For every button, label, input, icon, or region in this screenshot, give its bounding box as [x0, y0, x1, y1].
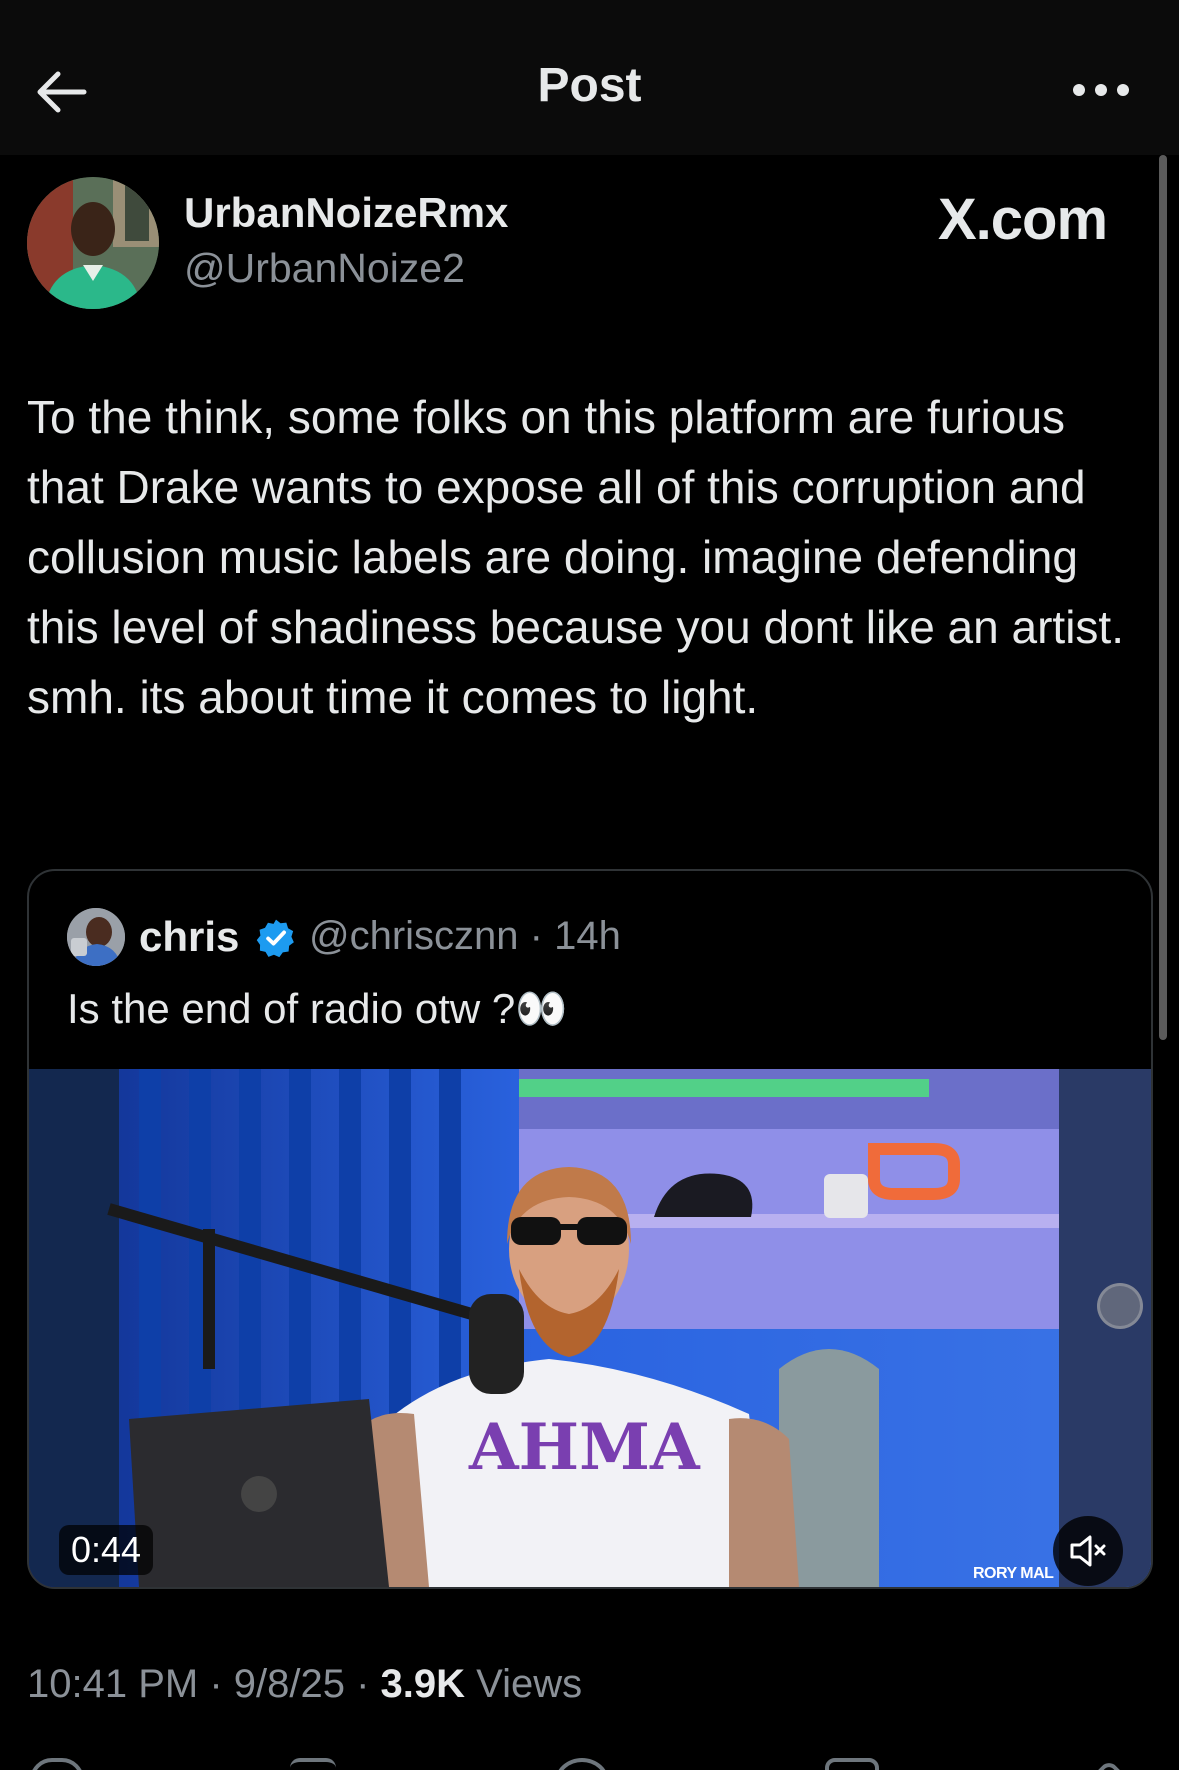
repost-icon[interactable] [290, 1758, 336, 1770]
post-time: 10:41 PM [27, 1662, 199, 1706]
views-label: Views [476, 1662, 583, 1706]
share-icon[interactable] [1084, 1758, 1134, 1770]
speaker-muted-icon [1070, 1535, 1106, 1567]
like-icon[interactable] [555, 1758, 609, 1770]
video-duration: 0:44 [59, 1525, 154, 1575]
separator-dot: · [344, 1662, 381, 1706]
author-name[interactable]: UrbanNoizeRmx [184, 189, 508, 237]
author-handle[interactable]: @UrbanNoize2 [184, 245, 465, 292]
mute-button[interactable] [1053, 1516, 1123, 1586]
author-avatar[interactable] [27, 177, 159, 309]
video-frame: AHMA [29, 1069, 1151, 1587]
more-options-button[interactable] [1069, 68, 1133, 112]
more-horizontal-icon [1073, 84, 1129, 96]
quote-post-age: 14h [554, 914, 621, 958]
page-title: Post [537, 59, 642, 112]
scrollbar[interactable] [1159, 155, 1167, 1040]
svg-text:AHMA: AHMA [468, 1410, 701, 1485]
assistive-touch-button[interactable] [1097, 1283, 1143, 1329]
quote-author-name[interactable]: chris [139, 913, 239, 961]
quote-handle-text: @chriscznn [309, 914, 519, 958]
post-text: To the think, some folks on this platfor… [27, 391, 1124, 723]
quote-author-avatar[interactable] [67, 908, 125, 966]
separator-dot: · [198, 1662, 234, 1706]
post-metadata: 10:41 PM · 9/8/25 · 3.9K Views [27, 1662, 582, 1707]
verified-badge-icon [256, 919, 294, 958]
reply-icon[interactable] [30, 1758, 84, 1770]
quoted-post-card[interactable]: chris @chriscznn · 14h Is the end of rad… [27, 869, 1153, 1589]
action-bar [0, 1752, 1179, 1770]
quote-author-photo [67, 908, 125, 966]
quote-text: Is the end of radio otw ?👀 [67, 985, 568, 1032]
author-photo [27, 177, 159, 309]
video-credit: RORY MAL [973, 1565, 1054, 1582]
x-com-watermark: X.com [938, 187, 1108, 252]
post-date: 9/8/25 [233, 1662, 345, 1706]
video-player[interactable]: AHMA 0:44 RORY MAL [29, 1069, 1151, 1587]
bookmark-icon[interactable] [825, 1758, 879, 1770]
separator-dot: · [518, 914, 555, 958]
top-bar: Post [0, 0, 1179, 155]
views-count[interactable]: 3.9K [381, 1662, 466, 1706]
quote-author-handle[interactable]: @chriscznn · 14h [309, 914, 621, 959]
